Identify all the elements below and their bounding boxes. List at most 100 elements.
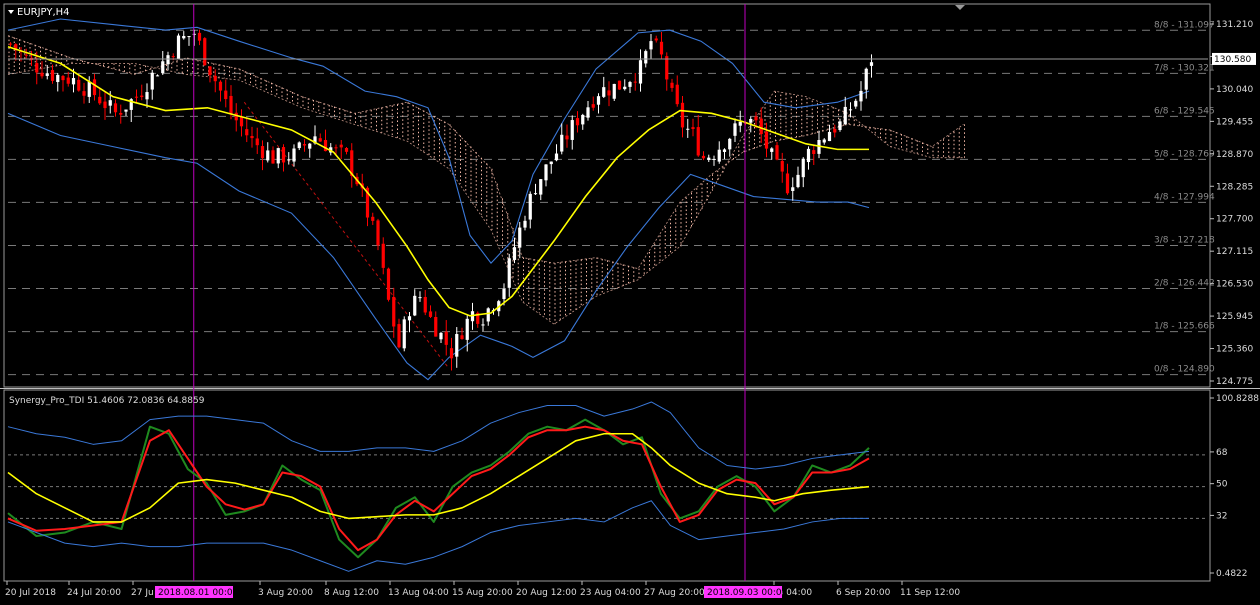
candle-bear: [449, 348, 454, 359]
candle-bear: [250, 136, 254, 139]
candle-bear: [659, 41, 664, 55]
candle-bear: [392, 296, 396, 327]
candle-bear: [565, 135, 569, 140]
candle-bull: [733, 123, 737, 136]
candle-bear: [444, 331, 448, 345]
candle-bull: [292, 148, 296, 162]
candle-bull: [628, 82, 632, 87]
candle-bull: [586, 107, 590, 118]
candle-bull: [848, 109, 853, 111]
candle-bull: [827, 131, 832, 142]
candle-bear: [35, 63, 39, 73]
candle-bull: [859, 90, 863, 102]
candle-bear: [271, 150, 275, 164]
candle-bear: [633, 81, 637, 83]
candle-bear: [754, 116, 758, 121]
tdi-tick-label: 32: [1216, 511, 1227, 521]
candle-bull: [686, 128, 690, 130]
candle-bull: [402, 319, 406, 349]
candle-bear: [434, 316, 438, 337]
candle-bull: [638, 60, 643, 84]
candle-bull: [56, 74, 60, 83]
candle-bull: [182, 36, 186, 39]
candle-bull: [749, 118, 753, 123]
candle-bear: [134, 96, 139, 98]
time-tick-label: 3 Aug 20:00: [258, 588, 313, 598]
tdi-tick-label: 68: [1216, 448, 1228, 458]
candle-bear: [245, 129, 249, 136]
candle-bull: [407, 316, 412, 321]
candle-bear: [318, 138, 322, 142]
candle-bear: [617, 80, 622, 90]
candle-bear: [812, 150, 816, 154]
price-tick-label: 125.945: [1216, 312, 1253, 322]
candle-bear: [61, 75, 65, 81]
candle-bear: [8, 43, 13, 45]
candle-bull: [518, 227, 522, 248]
price-tick-label: 127.115: [1216, 247, 1253, 257]
candle-bull: [644, 51, 648, 64]
fib-level-label: 6/8 - 129.545: [1154, 106, 1215, 116]
time-tick-label: 20 Jul 2018: [5, 588, 56, 598]
candle-bear: [92, 79, 97, 96]
candle-bear: [701, 155, 706, 159]
candle-bear: [50, 70, 55, 81]
indicator-title-text: Synergy_Pro_TDI 51.4606 72.0836 64.8859: [9, 396, 205, 406]
candle-bull: [801, 158, 805, 178]
candle-bear: [119, 112, 123, 115]
time-highlight-label: 2018.09.03 00:00: [707, 588, 788, 598]
candle-bull: [297, 142, 301, 149]
candle-bear: [696, 127, 700, 156]
candle-bear: [670, 82, 674, 88]
time-tick-label: 24 Jul 20:00: [67, 588, 121, 598]
candle-bull: [166, 55, 170, 65]
time-tick-label: 6 Sep 20:00: [836, 588, 891, 598]
candle-bull: [581, 114, 585, 125]
candle-bull: [738, 121, 742, 126]
candle-bull: [512, 247, 517, 260]
time-tick-label: 23 Aug 04:00: [580, 588, 641, 598]
candle-bull: [602, 87, 606, 97]
candle-bear: [213, 75, 217, 82]
price-tick-label: 126.530: [1216, 280, 1253, 290]
candle-bear: [66, 77, 70, 84]
candle-bull: [822, 139, 826, 143]
candle-bear: [591, 104, 595, 108]
candle-bear: [82, 91, 86, 96]
time-highlight-label: 2018.08.01 00:00: [158, 588, 239, 598]
candle-bull: [843, 106, 847, 125]
candle-bull: [308, 143, 312, 149]
window-title[interactable]: EURJPY,H4: [8, 7, 70, 18]
price-tick-label: 128.285: [1216, 182, 1253, 192]
candle-bear: [339, 144, 343, 148]
candle-bull: [276, 148, 280, 164]
candle-bull: [502, 288, 506, 300]
candle-bull: [87, 81, 91, 97]
tdi-tick-label: 100.8288: [1216, 394, 1259, 404]
candle-bear: [764, 131, 769, 149]
candle-bull: [413, 295, 417, 316]
candle-bull: [187, 36, 191, 38]
fib-level-label: 1/8 - 125.666: [1154, 322, 1215, 332]
candle-bear: [397, 324, 401, 348]
candle-bear: [113, 103, 118, 113]
fib-level-label: 8/8 - 131.097: [1154, 20, 1215, 30]
candle-bear: [833, 128, 837, 133]
candle-bull: [455, 334, 459, 357]
candle-bear: [680, 102, 685, 128]
fib-level-label: 5/8 - 128.769: [1154, 149, 1215, 159]
candle-bull: [108, 100, 112, 106]
chart-title-text: EURJPY,H4: [17, 7, 70, 18]
candle-bear: [575, 118, 580, 126]
candle-bear: [218, 81, 223, 91]
candle-bull: [596, 96, 601, 105]
candle-bull: [791, 187, 795, 191]
fib-level-label: 4/8 - 127.994: [1154, 192, 1215, 202]
candle-bull: [796, 174, 800, 188]
candle-bear: [103, 101, 107, 109]
candle-bull: [554, 153, 559, 161]
candle-bull: [770, 148, 774, 152]
candle-bull: [176, 35, 181, 60]
candle-bear: [208, 66, 212, 76]
candle-bear: [344, 148, 349, 152]
